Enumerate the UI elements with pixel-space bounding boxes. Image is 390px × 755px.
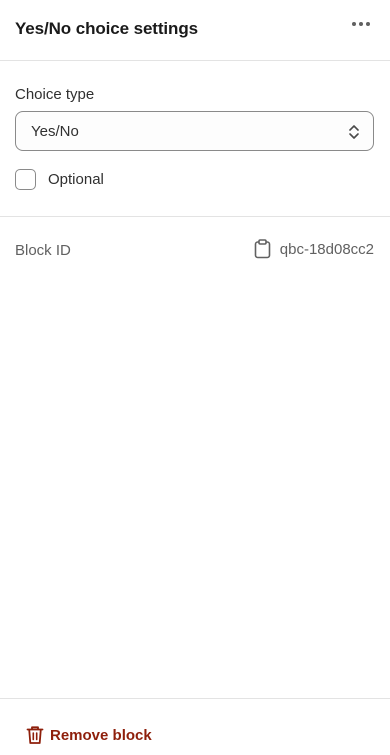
- block-id-value: qbc-18d08cc2: [279, 240, 374, 258]
- panel-footer: Remove block: [0, 698, 390, 755]
- optional-label: Optional: [48, 170, 104, 188]
- choice-settings-section: Choice type Yes/No Optional: [0, 61, 390, 217]
- more-dot: [366, 22, 370, 26]
- optional-checkbox[interactable]: [15, 168, 36, 190]
- choice-type-value: Yes/No: [31, 123, 79, 140]
- block-id-row: Block ID qbc-18d08cc2: [0, 217, 390, 283]
- panel-title: Yes/No choice settings: [15, 19, 198, 38]
- trash-icon: [26, 726, 44, 744]
- remove-block-label: Remove block: [50, 726, 152, 744]
- optional-checkbox-row[interactable]: Optional: [15, 168, 104, 190]
- remove-block-button[interactable]: Remove block: [26, 725, 152, 745]
- select-chevrons-icon: [349, 125, 359, 139]
- copy-block-id-button[interactable]: qbc-18d08cc2: [254, 239, 374, 259]
- more-horizontal-icon: [352, 22, 356, 26]
- choice-type-select[interactable]: Yes/No: [15, 111, 374, 151]
- more-dot: [359, 22, 363, 26]
- clipboard-icon: [254, 239, 271, 259]
- block-id-label: Block ID: [15, 242, 71, 259]
- more-actions-button[interactable]: [346, 10, 376, 38]
- choice-type-label: Choice type: [15, 86, 95, 103]
- panel-header: Yes/No choice settings: [0, 0, 390, 61]
